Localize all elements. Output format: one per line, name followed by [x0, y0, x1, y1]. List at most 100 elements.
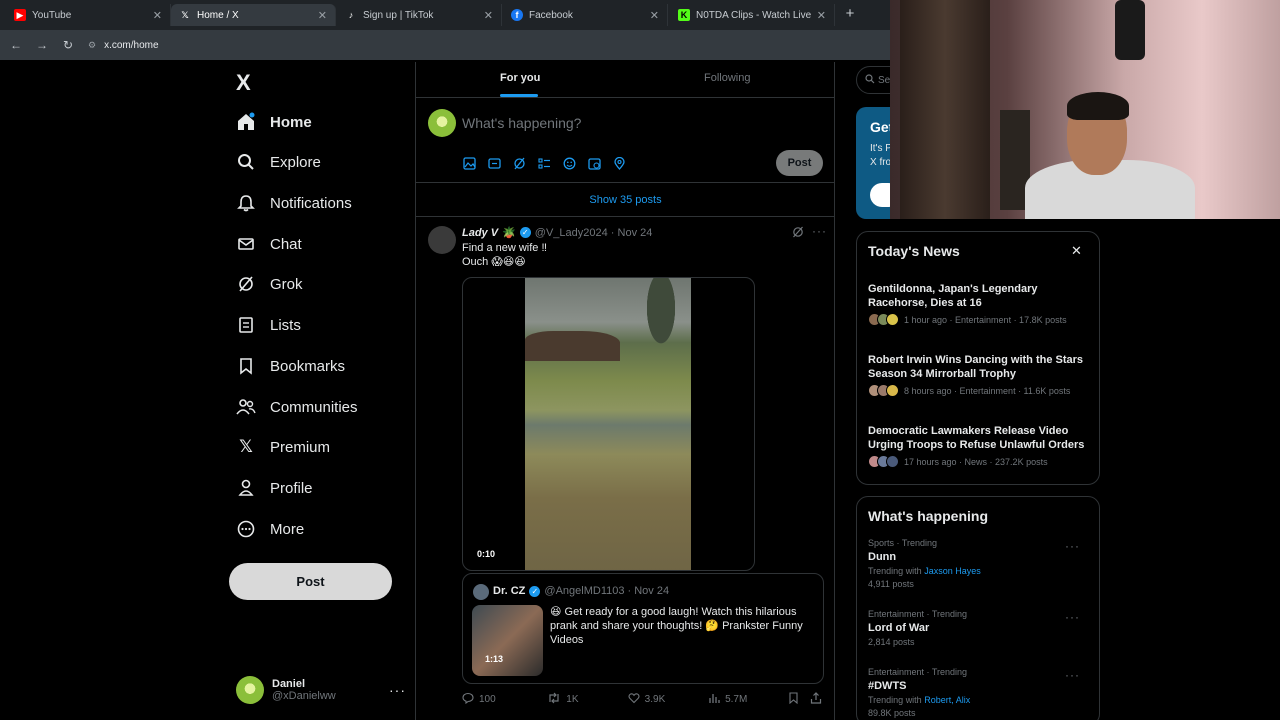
image-icon[interactable] [463, 155, 488, 171]
view-count: 5.7M [725, 694, 748, 705]
close-icon[interactable]: ✕ [484, 9, 493, 22]
promo-button[interactable] [870, 183, 892, 207]
tab-kick[interactable]: K N0TDA Clips - Watch Live on K ✕ [670, 4, 835, 26]
avatar [886, 313, 899, 326]
people-icon [236, 397, 256, 417]
url-text: x.com/home [104, 39, 159, 51]
gif-icon[interactable] [488, 155, 513, 171]
new-tab-button[interactable]: + [842, 4, 858, 24]
author-name[interactable]: Lady V [462, 227, 498, 239]
tab-x-home[interactable]: 𝕏 Home / X ✕ [171, 4, 336, 26]
x-logo[interactable]: X [236, 70, 251, 96]
search-icon [865, 73, 875, 87]
close-icon[interactable]: ✕ [817, 9, 826, 22]
grok-icon[interactable] [792, 226, 804, 241]
url-field[interactable]: ⚙ x.com/home [88, 40, 159, 51]
video-timestamp: 0:10 [477, 549, 496, 559]
tab-title: Sign up | TikTok [363, 9, 434, 21]
tab-facebook[interactable]: f Facebook ✕ [503, 4, 668, 26]
news-item[interactable]: Robert Irwin Wins Dancing with the Stars… [868, 353, 1093, 397]
share-button[interactable] [810, 692, 827, 707]
schedule-icon[interactable] [588, 155, 613, 171]
x-icon: 𝕏 [181, 9, 189, 20]
tweet-header: Lady V 🪴 ✓ @V_Lady2024 · Nov 24 [462, 226, 653, 240]
account-switcher[interactable]: Daniel @xDanielww ··· [236, 674, 406, 706]
nav-label: Grok [270, 275, 303, 293]
nav-chat[interactable]: Chat [236, 229, 302, 259]
emoji-icon[interactable] [563, 155, 588, 171]
avatar[interactable] [428, 226, 456, 254]
back-icon[interactable]: ← [4, 38, 28, 52]
more-icon[interactable]: ··· [1065, 539, 1080, 553]
nav-grok[interactable]: Grok [236, 269, 303, 299]
news-meta: 17 hours ago · News · 237.2K posts [904, 456, 1048, 467]
webcam-overlay [890, 0, 1280, 219]
tab-tiktok[interactable]: ♪ Sign up | TikTok ✕ [337, 4, 502, 26]
more-icon[interactable]: ··· [1065, 668, 1080, 682]
mail-icon [236, 234, 256, 254]
news-headline: Democratic Lawmakers Release Video Urgin… [868, 425, 1085, 451]
close-icon[interactable]: ✕ [153, 9, 162, 22]
nav-bookmarks[interactable]: Bookmarks [236, 351, 345, 381]
nav-premium[interactable]: 𝕏 Premium [236, 432, 330, 462]
video-player[interactable]: 0:10 [462, 277, 755, 571]
author-handle[interactable]: @V_Lady2024 · Nov 24 [535, 227, 653, 239]
forward-icon[interactable]: → [30, 38, 54, 52]
nav-more[interactable]: More [236, 514, 304, 544]
trend-related-link[interactable]: Robert, Alix [924, 695, 970, 705]
news-meta-row: 17 hours ago · News · 237.2K posts [868, 455, 1093, 468]
active-tab-indicator [500, 94, 538, 97]
microphone-image [1115, 0, 1145, 60]
location-icon[interactable] [613, 155, 638, 171]
composer-post-button[interactable]: Post [776, 150, 823, 176]
close-icon[interactable]: ✕ [318, 9, 327, 22]
tab-for-you[interactable]: For you [500, 72, 540, 84]
repost-button[interactable]: 1K [547, 692, 627, 707]
reload-icon[interactable]: ↻ [56, 38, 80, 52]
more-icon[interactable]: ··· [1065, 610, 1080, 624]
trend-name: Lord of War [868, 622, 930, 634]
nav-communities[interactable]: Communities [236, 392, 358, 422]
author-emoji: 🪴 [502, 227, 516, 239]
news-item[interactable]: Democratic Lawmakers Release Video Urgin… [868, 424, 1093, 468]
poll-icon[interactable] [538, 155, 563, 171]
trend-related-link[interactable]: Jaxson Hayes [924, 566, 981, 576]
grok-icon[interactable] [513, 155, 538, 171]
close-icon[interactable]: ✕ [1071, 243, 1082, 259]
nav-home[interactable]: Home [236, 107, 312, 137]
trend-category: Entertainment · Trending [868, 609, 968, 619]
avatar [236, 676, 264, 704]
tab-following[interactable]: Following [704, 72, 750, 84]
avatar-stack [868, 313, 899, 326]
quote-video-thumbnail [472, 605, 543, 676]
trend-related: Trending with Robert, Alix [868, 695, 1093, 705]
more-icon[interactable]: ··· [812, 224, 827, 238]
share-icon [810, 692, 822, 707]
nav-notifications[interactable]: Notifications [236, 188, 352, 218]
nav-explore[interactable]: Explore [236, 147, 321, 177]
quoted-tweet[interactable]: Dr. CZ ✓ @AngelMD1103 · Nov 24 1:13 😆 Ge… [462, 573, 824, 684]
card-title: What's happening [868, 508, 988, 524]
nav-label: Chat [270, 235, 302, 253]
more-icon[interactable]: ··· [389, 682, 406, 698]
close-icon[interactable]: ✕ [650, 9, 659, 22]
tab-title: YouTube [32, 9, 72, 21]
premium-promo-card[interactable]: Get It's P X fro [856, 107, 892, 219]
bookmark-button[interactable] [788, 692, 810, 707]
nav-profile[interactable]: Profile [236, 473, 313, 503]
trend-item[interactable]: Sports · Trending Dunn Trending with Jax… [868, 538, 1093, 589]
composer-input[interactable]: What's happening? [462, 115, 581, 131]
views-button[interactable]: 5.7M [708, 692, 788, 707]
site-info-icon[interactable]: ⚙ [88, 40, 96, 51]
trend-item[interactable]: Entertainment · Trending Lord of War 2,8… [868, 609, 1093, 647]
post-button[interactable]: Post [229, 563, 392, 600]
reply-button[interactable]: 100 [462, 692, 547, 707]
todays-news-card: Today's News ✕ Gentildonna, Japan's Lege… [856, 231, 1100, 485]
tab-youtube[interactable]: ▶ YouTube ✕ [6, 4, 171, 26]
trend-item[interactable]: Entertainment · Trending #DWTS Trending … [868, 667, 1093, 718]
news-item[interactable]: Gentildonna, Japan's Legendary Racehorse… [868, 282, 1093, 326]
like-button[interactable]: 3.9K [628, 692, 708, 707]
nav-lists[interactable]: Lists [236, 310, 301, 340]
tweet-text-line: Ouch 😱😆😆 [462, 256, 526, 268]
show-new-posts[interactable]: Show 35 posts [416, 183, 835, 217]
